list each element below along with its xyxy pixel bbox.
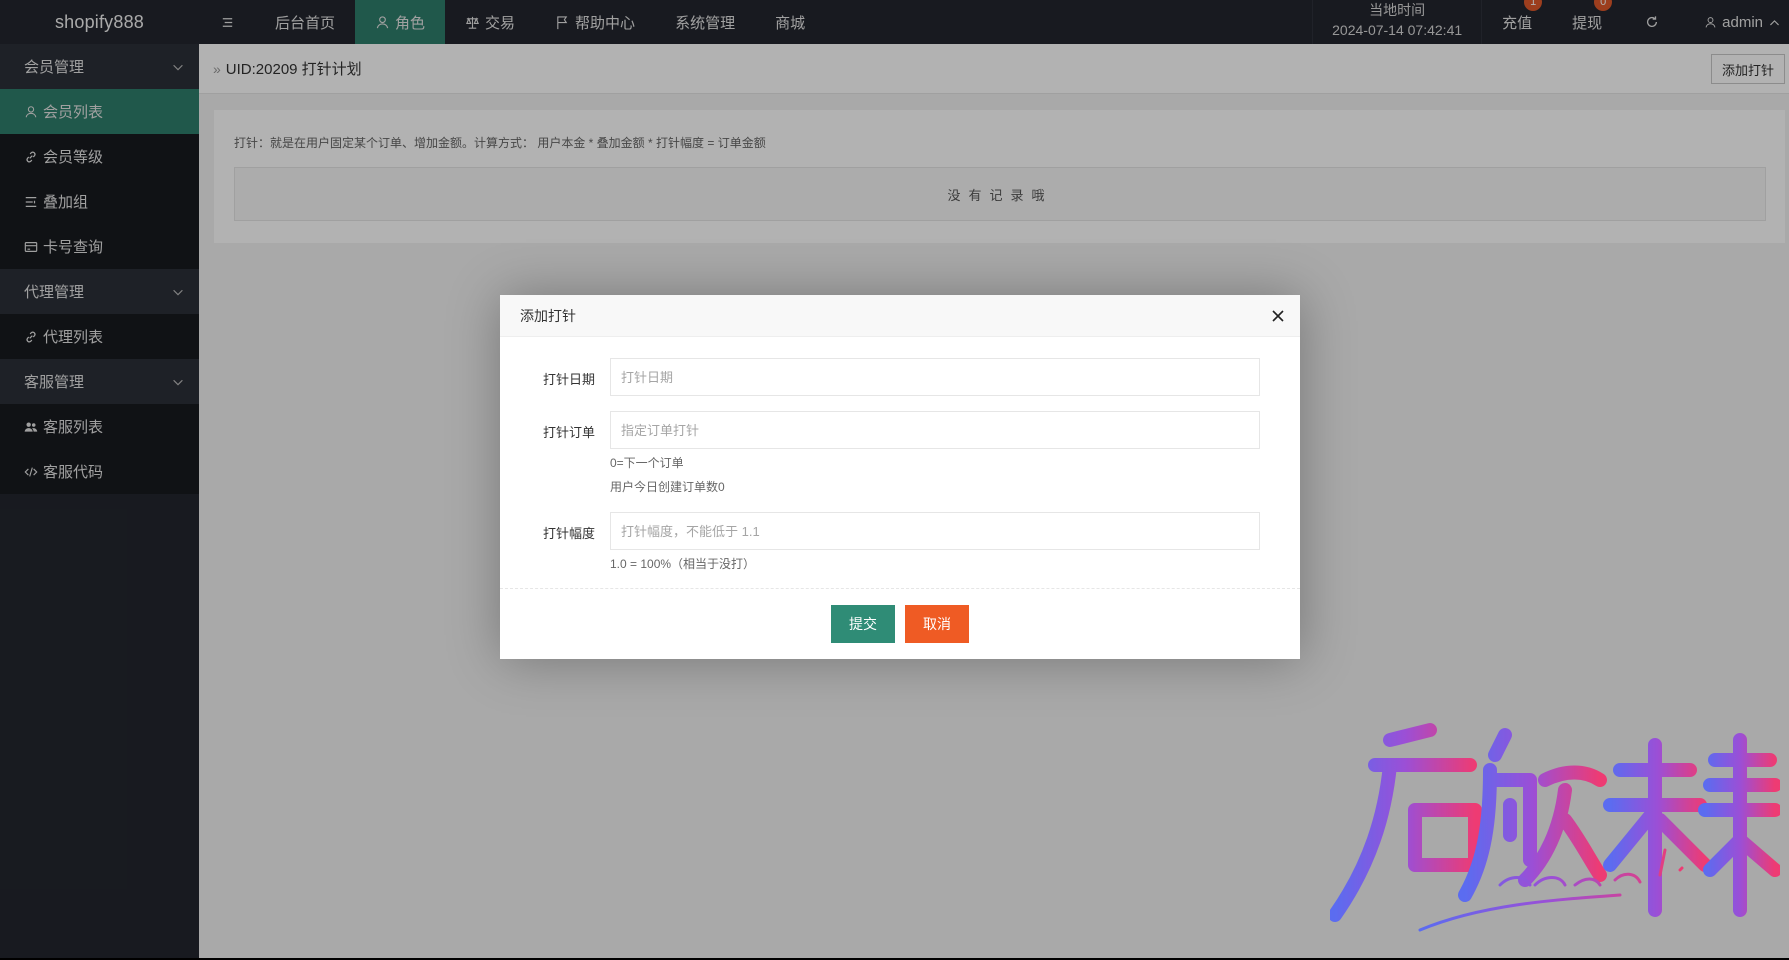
dialog-header: 添加打针 [500, 295, 1300, 337]
cancel-button[interactable]: 取消 [905, 605, 969, 643]
dialog-footer: 提交 取消 [500, 588, 1300, 659]
amplitude-hint: 1.0 = 100%（相当于没打） [610, 557, 756, 571]
add-injection-dialog: 添加打针 打针日期 打针订单 0=下一个订单 用户今日创建订单数0 打针幅度 1… [500, 295, 1300, 659]
order-input[interactable] [610, 411, 1260, 449]
order-hint-count: 用户今日创建订单数0 [610, 480, 725, 494]
close-icon[interactable] [1270, 308, 1286, 324]
order-label: 打针订单 [542, 425, 595, 440]
order-hint-next: 0=下一个订单 [610, 456, 684, 470]
date-label: 打针日期 [542, 372, 595, 387]
amplitude-label: 打针幅度 [542, 526, 595, 541]
submit-button[interactable]: 提交 [831, 605, 895, 643]
date-input[interactable] [610, 358, 1260, 396]
app-window: shopify888 后台首页 角色 交易 帮助中心 系统管理 商城 当地时间 … [0, 0, 1789, 958]
dialog-title: 添加打针 [520, 307, 576, 324]
amplitude-input[interactable] [610, 512, 1260, 550]
